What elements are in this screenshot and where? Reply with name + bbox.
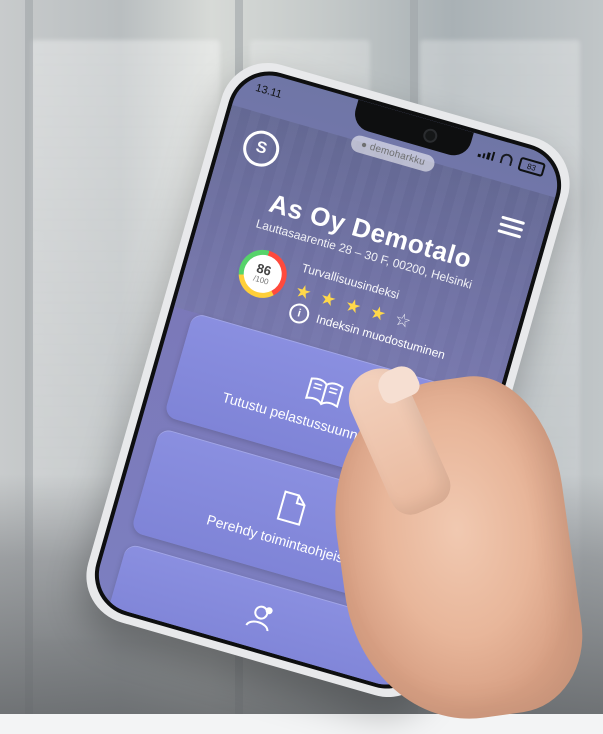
signal-icon: [477, 147, 496, 161]
status-time: 13.11: [254, 81, 284, 101]
book-icon: [303, 374, 345, 411]
battery-level: 83: [526, 161, 538, 173]
person-icon: [241, 599, 278, 636]
battery-icon: 83: [517, 156, 547, 178]
wifi-icon: [499, 153, 515, 166]
score-inner: 86 /100: [239, 250, 287, 298]
document-icon: [273, 489, 309, 527]
